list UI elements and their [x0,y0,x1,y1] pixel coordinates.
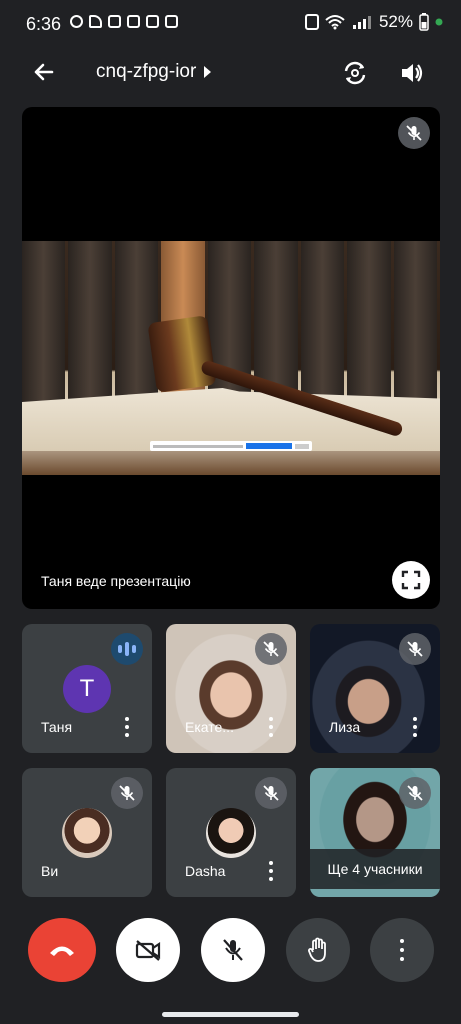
more-vert-icon [399,939,405,961]
mic-off-icon [407,785,423,801]
chevron-right-icon [204,66,212,78]
more-participants-tile[interactable]: Ще 4 учасники [310,768,440,897]
flip-camera-icon [344,61,366,85]
muted-badge [255,777,287,809]
mic-toggle-button[interactable] [201,918,265,982]
signal-icon [352,16,371,29]
avatar [62,808,112,858]
call-controls [0,918,461,988]
fullscreen-icon [401,570,421,590]
participant-tile-self[interactable]: Ви [22,768,152,897]
mic-off-icon [223,939,243,961]
participant-tile-dasha[interactable]: Dasha [166,768,296,897]
presentation-tile[interactable]: Таня веде презентацію [22,107,440,609]
more-options-button[interactable] [268,861,274,881]
battery-percent: 52% [378,12,413,31]
hang-up-icon [50,946,74,956]
clock: 6:36 [26,14,62,34]
bookshelf-graphic [22,241,440,411]
participant-tile-ekaterina[interactable]: Екате... [166,624,296,753]
more-options-button[interactable] [412,717,418,737]
muted-badge [111,777,143,809]
more-participants-label: Ще 4 учасники [310,849,440,889]
app-notification-icon [146,15,159,28]
arrow-back-icon [34,63,54,81]
participant-name: Лиза [329,719,361,735]
participant-name: Таня [41,719,73,735]
meeting-info-button[interactable]: cnq-zfpg-ior [96,61,212,83]
switch-camera-button[interactable] [340,58,370,88]
more-options-button[interactable] [370,918,434,982]
muted-badge [255,633,287,665]
meeting-code: cnq-zfpg-ior [96,61,197,82]
system-indicators: 52% [304,12,443,32]
participant-name: Екате... [185,719,234,735]
muted-badge [399,777,431,809]
notification-icons [70,15,178,28]
audio-output-button[interactable] [397,58,427,88]
wifi-icon [325,15,345,30]
participant-tile-liza[interactable]: Лиза [310,624,440,753]
more-options-button[interactable] [124,717,130,737]
back-button[interactable] [30,58,58,86]
volume-icon [402,64,423,82]
instagram-notification-icon [127,15,140,28]
presenter-label: Таня веде презентацію [41,573,191,589]
hand-icon [308,937,326,962]
chat-notification-icon [70,15,83,28]
meeting-header: cnq-zfpg-ior [0,46,461,98]
privacy-dot-icon [435,18,443,26]
cookie-banner-graphic [150,441,312,451]
speaking-indicator-icon [111,633,143,665]
battery-icon [419,13,429,31]
participant-name: Dasha [185,863,226,879]
status-bar: 6:36 52% [0,0,461,46]
telegram-notification-icon [89,15,102,28]
home-indicator[interactable] [162,1012,299,1017]
raise-hand-button[interactable] [286,918,350,982]
presentation-slide-image [22,241,440,475]
mic-off-icon [119,785,135,801]
gavel-graphic [147,315,217,393]
mic-off-icon [263,785,279,801]
camera-off-icon [135,940,161,961]
fullscreen-button[interactable] [392,561,430,599]
muted-badge [399,633,431,665]
gallery-notification-icon [165,15,178,28]
participant-tile-tanya[interactable]: T Таня [22,624,152,753]
presentation-muted-badge [398,117,430,149]
sim-icon [304,14,319,30]
avatar: T [63,665,111,713]
camera-toggle-button[interactable] [116,918,180,982]
mic-off-icon [407,641,423,657]
end-call-button[interactable] [28,918,96,982]
mic-off-icon [406,125,422,141]
more-options-button[interactable] [268,717,274,737]
mic-off-icon [263,641,279,657]
participant-name: Ви [41,863,59,879]
video-notification-icon [108,15,121,28]
avatar [206,808,256,858]
